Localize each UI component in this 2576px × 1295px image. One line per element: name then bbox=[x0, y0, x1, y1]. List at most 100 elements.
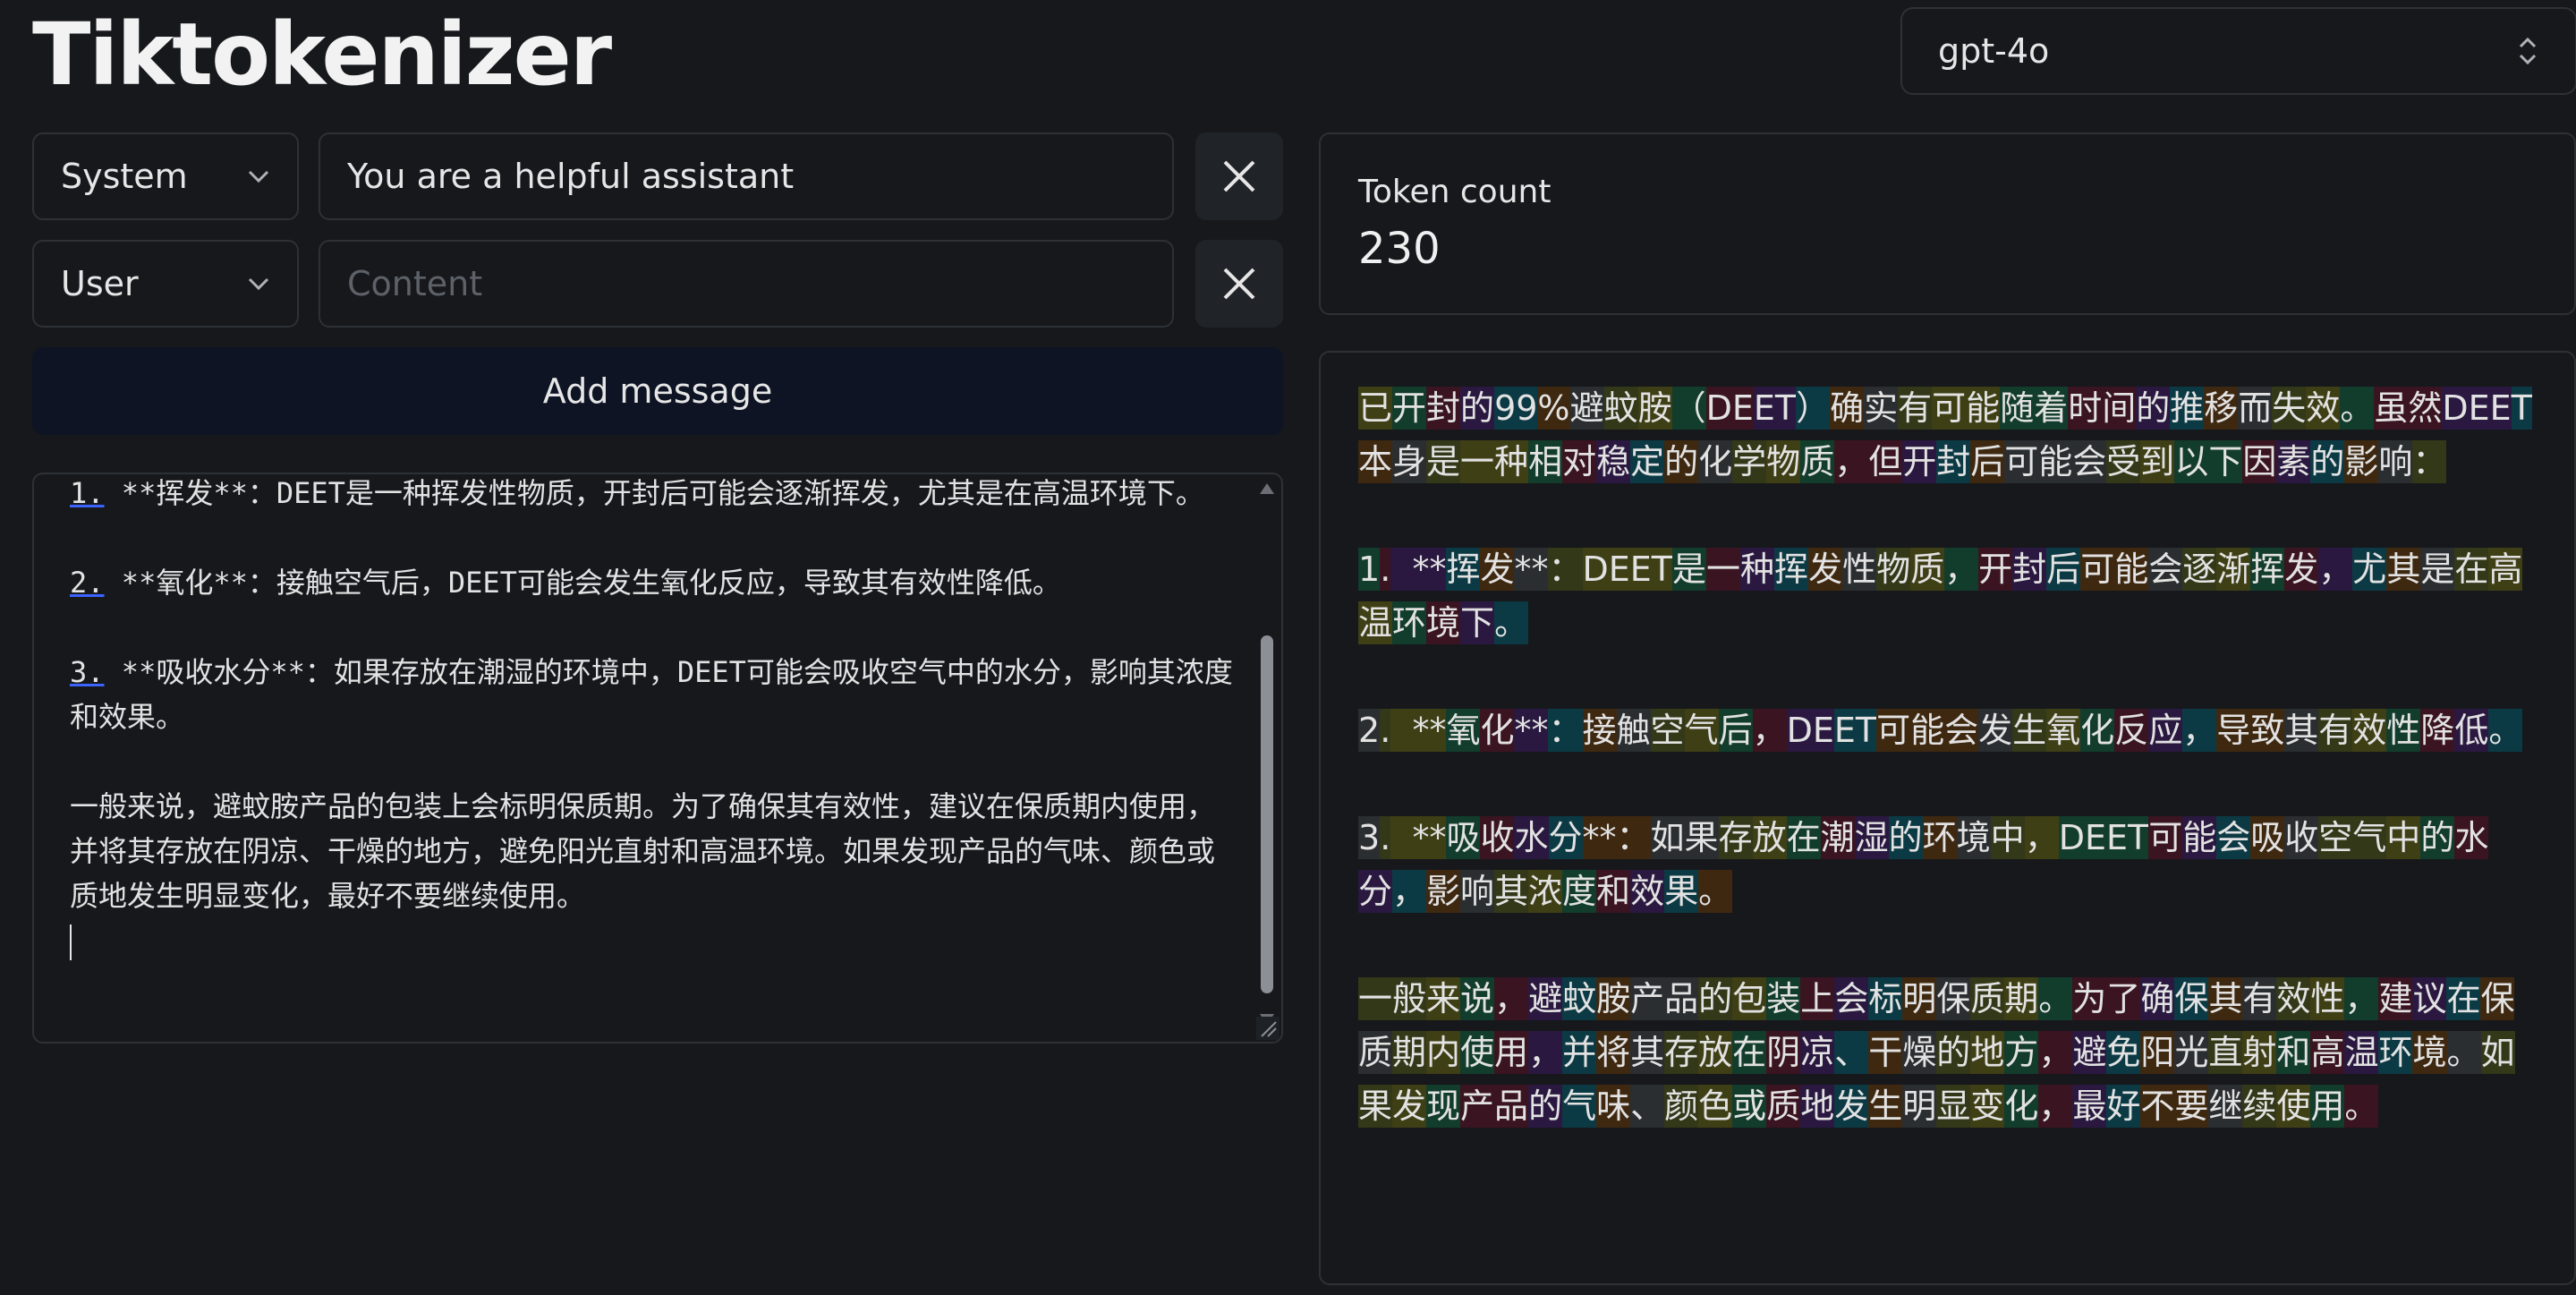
token: 水 bbox=[2454, 816, 2489, 859]
paragraph: **挥发**：DEET是一种挥发性物质，开封后可能会逐渐挥发，尤其是在高温环境下… bbox=[104, 476, 1204, 510]
add-message-button[interactable]: Add message bbox=[32, 347, 1283, 435]
token: 的 bbox=[1888, 816, 1923, 859]
token: ） bbox=[1796, 387, 1831, 430]
token: 期 bbox=[2004, 977, 2039, 1020]
token: 的 bbox=[1460, 387, 1495, 430]
token: 其 bbox=[1494, 870, 1529, 913]
remove-message-button[interactable] bbox=[1195, 240, 1283, 328]
token: ET bbox=[1753, 387, 1797, 430]
token: 蚊 bbox=[1603, 387, 1638, 430]
token: 放 bbox=[1752, 816, 1787, 859]
token: 干 bbox=[1868, 1031, 1903, 1074]
token: 如果 bbox=[1650, 816, 1719, 859]
token: 到 bbox=[2140, 440, 2175, 483]
token: 存 bbox=[1718, 816, 1753, 859]
remove-message-button[interactable] bbox=[1195, 132, 1283, 220]
token: 效 bbox=[2352, 709, 2387, 752]
token: 质 bbox=[1766, 1085, 1801, 1128]
message-content-input[interactable]: You are a helpful assistant bbox=[319, 132, 1174, 220]
token: ， bbox=[2344, 977, 2379, 1020]
token: . bbox=[1380, 548, 1391, 591]
token: 挥 bbox=[1446, 548, 1481, 591]
list-number: 3. bbox=[70, 655, 105, 689]
token: 已 bbox=[1358, 387, 1393, 430]
message-row-system: System You are a helpful assistant bbox=[32, 132, 1283, 220]
token: 在 bbox=[2454, 548, 2489, 591]
token-visualization-panel: 已开封的99%避蚊胺（DEET）确实有可能随着时间的推移而失效。虽然DEET本身… bbox=[1319, 351, 2576, 1285]
token: T bbox=[2511, 387, 2532, 430]
role-select-value: System bbox=[61, 157, 188, 196]
token: 境 bbox=[1956, 816, 1991, 859]
resize-handle-icon[interactable] bbox=[1256, 1017, 1279, 1040]
token: 性 bbox=[2386, 709, 2421, 752]
paragraph: 一般来说，避蚊胺产品的包装上会标明保质期。为了确保其有效性，建议在保质期内使用，… bbox=[70, 789, 1216, 913]
token-count-value: 230 bbox=[1358, 224, 1441, 274]
token: 生 bbox=[1868, 1085, 1903, 1128]
token: 应 bbox=[2148, 709, 2183, 752]
role-select-system[interactable]: System bbox=[32, 132, 299, 220]
token: 生 bbox=[2012, 709, 2047, 752]
token: 色 bbox=[1698, 1085, 1733, 1128]
scrollbar-thumb[interactable] bbox=[1261, 635, 1273, 993]
token: ** bbox=[1390, 709, 1447, 752]
token: 度 bbox=[1562, 870, 1597, 913]
token: 水 bbox=[1514, 816, 1549, 859]
token: 包 bbox=[1732, 977, 1767, 1020]
token: 的 bbox=[1664, 440, 1699, 483]
token: 相 bbox=[1528, 440, 1563, 483]
token: 空气 bbox=[2318, 816, 2387, 859]
token: 移 bbox=[2204, 387, 2239, 430]
token: 种 bbox=[1740, 548, 1775, 591]
model-select[interactable]: gpt-4o bbox=[1900, 7, 2576, 95]
token: ， bbox=[1528, 1031, 1563, 1074]
token: 湿 bbox=[1854, 816, 1889, 859]
token: 说 bbox=[1460, 977, 1495, 1020]
token: 以下 bbox=[2174, 440, 2243, 483]
token: 分 bbox=[1548, 816, 1583, 859]
token: 发 bbox=[1978, 709, 2013, 752]
token: ET bbox=[1833, 709, 1877, 752]
scroll-up-arrow-icon[interactable] bbox=[1260, 483, 1274, 494]
token: 效 bbox=[2306, 387, 2341, 430]
token: 效 bbox=[2276, 977, 2311, 1020]
token: （ bbox=[1671, 387, 1706, 430]
token: 为了 bbox=[2072, 977, 2141, 1020]
token: 有 bbox=[2242, 977, 2277, 1020]
token: 化 bbox=[2080, 709, 2115, 752]
token: 潮 bbox=[1820, 816, 1855, 859]
token: 内 bbox=[1426, 1031, 1461, 1074]
token-count-label: Token count bbox=[1358, 174, 1552, 210]
token: 境 bbox=[1426, 601, 1461, 644]
token: 现 bbox=[1426, 1085, 1461, 1128]
token: 分 bbox=[1358, 870, 1393, 913]
token: 上 bbox=[1800, 977, 1835, 1020]
role-select-user[interactable]: User bbox=[32, 240, 299, 328]
token: 明 bbox=[1902, 977, 1937, 1020]
token: 身 bbox=[1392, 440, 1427, 483]
message-row-user: User Content bbox=[32, 240, 1283, 328]
token: ** bbox=[1514, 709, 1549, 752]
token: 响 bbox=[1460, 870, 1495, 913]
assistant-content-textarea[interactable]: 1. **挥发**：DEET是一种挥发性物质，开封后可能会逐渐挥发，尤其是在高温… bbox=[32, 473, 1283, 1044]
token: 燥 bbox=[1902, 1031, 1937, 1074]
token: 并 bbox=[1562, 1031, 1597, 1074]
token: 存 bbox=[1664, 1031, 1699, 1074]
token: 味 bbox=[1596, 1085, 1631, 1128]
token: 中 bbox=[2386, 816, 2421, 859]
token: 其 bbox=[2386, 548, 2421, 591]
token: 。 bbox=[2488, 709, 2523, 752]
token: 低 bbox=[2454, 709, 2489, 752]
message-content-input[interactable]: Content bbox=[319, 240, 1174, 328]
token: 显 bbox=[1936, 1085, 1971, 1128]
token: 降 bbox=[2420, 709, 2455, 752]
token: 封 bbox=[1936, 440, 1971, 483]
scrollbar[interactable] bbox=[1256, 483, 1276, 1025]
token: 和 bbox=[1596, 870, 1631, 913]
token: DEET bbox=[1582, 548, 1672, 591]
token: 一 bbox=[1706, 548, 1741, 591]
token: 效 bbox=[1630, 870, 1665, 913]
token: 。 bbox=[2344, 1085, 2379, 1128]
token: 导致 bbox=[2216, 709, 2285, 752]
token: 是 bbox=[1426, 440, 1461, 483]
token: 环 bbox=[1392, 601, 1427, 644]
